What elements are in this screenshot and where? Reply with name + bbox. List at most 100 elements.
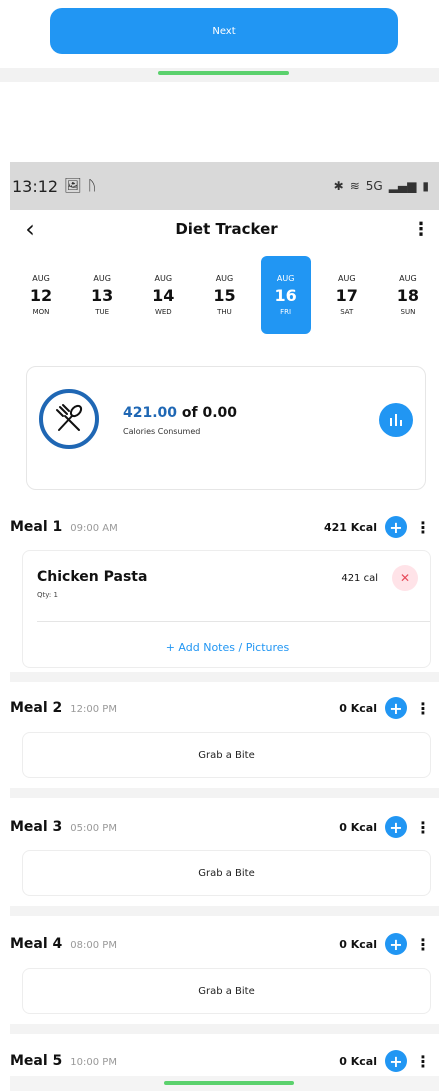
fork-spoon-icon	[39, 389, 99, 449]
day-aug-15[interactable]: AUG 15 THU	[199, 256, 249, 334]
meal-1-header: Meal 1 09:00 AM 421 Kcal + ⋮	[10, 512, 439, 542]
add-food-button[interactable]: +	[385, 697, 407, 719]
meal-kcal: 0 Kcal	[339, 937, 377, 951]
add-food-button[interactable]: +	[385, 933, 407, 955]
calories-goal-value: 0.00	[202, 405, 238, 421]
day-weekday: SUN	[400, 308, 416, 316]
day-aug-18[interactable]: AUG 18 SUN	[383, 256, 433, 334]
calories-text: 421.00 of 0.00 Calories Consumed	[123, 405, 237, 436]
day-month: AUG	[215, 274, 234, 283]
calories-consumed-value: 421.00	[123, 405, 178, 421]
section-separator	[10, 788, 439, 798]
meal-options-icon[interactable]: ⋮	[415, 935, 431, 954]
divider	[37, 621, 430, 622]
day-aug-17[interactable]: AUG 17 SAT	[322, 256, 372, 334]
meal-kcal: 421 Kcal	[323, 520, 377, 534]
meal-4-header: Meal 4 08:00 PM 0 Kcal + ⋮	[10, 929, 439, 959]
section-separator	[10, 672, 439, 682]
app-header: ‹ Diet Tracker ⋮	[10, 210, 439, 248]
remove-food-button[interactable]: ✕	[392, 565, 418, 591]
more-options-icon[interactable]: ⋮	[403, 219, 439, 240]
home-indicator[interactable]	[164, 1081, 294, 1085]
day-number: 15	[213, 286, 236, 305]
day-number: 18	[396, 286, 420, 305]
day-number: 14	[152, 286, 175, 305]
day-month: AUG	[154, 274, 173, 283]
day-month: AUG	[93, 274, 111, 283]
signal-icon: ▂▄▆	[388, 179, 417, 193]
meal-name: Meal 4	[10, 936, 63, 952]
meal-kcal: 0 Kcal	[339, 701, 377, 715]
day-weekday: TUE	[95, 308, 110, 316]
day-number: 12	[29, 286, 53, 305]
meal-5-header: Meal 5 10:00 PM 0 Kcal + ⋮	[10, 1046, 439, 1076]
battery-icon: ▮	[422, 179, 429, 193]
meal-3-header: Meal 3 05:00 PM 0 Kcal + ⋮	[10, 812, 439, 842]
meal-options-icon[interactable]: ⋮	[415, 818, 431, 837]
add-notes-pictures-link[interactable]: + Add Notes / Pictures	[23, 641, 432, 654]
calories-of-text: of	[177, 405, 203, 421]
day-weekday: MON	[32, 308, 50, 316]
food-item-name[interactable]: Chicken Pasta	[37, 569, 147, 585]
day-number: 13	[91, 286, 114, 305]
add-food-button[interactable]: +	[385, 816, 407, 838]
volte-5g-icon: 5G	[365, 179, 383, 193]
day-aug-13[interactable]: AUG 13 TUE	[77, 256, 127, 334]
day-number: 16	[274, 286, 297, 305]
meal-options-icon[interactable]: ⋮	[415, 1052, 431, 1071]
meal-2-header: Meal 2 12:00 PM 0 Kcal + ⋮	[10, 693, 439, 723]
day-aug-12[interactable]: AUG 12 MON	[16, 256, 66, 334]
day-aug-14[interactable]: AUG 14 WED	[138, 256, 188, 334]
food-item-qty: Qty: 1	[37, 591, 58, 599]
calories-summary-card: 421.00 of 0.00 Calories Consumed	[26, 366, 426, 490]
meal-time: 10:00 PM	[70, 1057, 117, 1068]
bluetooth-icon: ✱	[333, 179, 344, 193]
add-food-button[interactable]: +	[385, 516, 407, 538]
section-separator	[10, 1024, 439, 1034]
calories-consumed-label: Calories Consumed	[123, 427, 201, 436]
grab-a-bite-text: Grab a Bite	[198, 749, 255, 761]
day-aug-16-selected[interactable]: AUG 16 FRI	[260, 256, 311, 334]
meal-3-card[interactable]: Grab a Bite	[22, 850, 431, 896]
day-weekday: THU	[217, 308, 232, 316]
day-month: AUG	[32, 274, 50, 283]
day-month: AUG	[399, 274, 417, 283]
gallery-icon: 🖼	[64, 178, 82, 194]
activity-icon: ᚢ	[87, 178, 97, 194]
meal-time: 05:00 PM	[70, 823, 117, 834]
meal-time: 09:00 AM	[70, 523, 118, 534]
meal-name: Meal 2	[10, 700, 63, 716]
meal-1-card: Chicken Pasta Qty: 1 421 cal ✕ + Add Not…	[22, 550, 431, 668]
meal-time: 08:00 PM	[70, 940, 117, 951]
wifi-icon: ≋	[349, 179, 360, 193]
day-weekday: FRI	[280, 308, 292, 316]
home-indicator[interactable]	[158, 71, 289, 75]
status-time: 13:12	[12, 176, 59, 196]
meal-4-card[interactable]: Grab a Bite	[22, 968, 431, 1014]
day-month: AUG	[338, 274, 356, 283]
status-bar: 13:12 🖼 ᚢ ✱ ≋ 5G ▂▄▆ ▮	[10, 162, 439, 210]
add-food-button[interactable]: +	[385, 1050, 407, 1072]
meal-name: Meal 3	[10, 819, 63, 835]
day-weekday: WED	[154, 308, 172, 316]
day-month: AUG	[276, 274, 295, 283]
meal-name: Meal 1	[10, 519, 63, 535]
day-weekday: SAT	[340, 308, 354, 316]
next-bar: Next	[0, 0, 439, 68]
day-number: 17	[335, 286, 358, 305]
meal-options-icon[interactable]: ⋮	[415, 518, 431, 537]
chart-icon[interactable]	[379, 403, 413, 437]
meal-time: 12:00 PM	[70, 704, 117, 715]
meal-kcal: 0 Kcal	[339, 820, 377, 834]
meal-options-icon[interactable]: ⋮	[415, 699, 431, 718]
meal-2-card[interactable]: Grab a Bite	[22, 732, 431, 778]
page-title: Diet Tracker	[175, 220, 278, 238]
meal-kcal: 0 Kcal	[339, 1054, 377, 1068]
grab-a-bite-text: Grab a Bite	[198, 867, 255, 879]
next-button[interactable]: Next	[50, 8, 398, 54]
week-selector: AUG 12 MON AUG 13 TUE AUG 14 WED AUG 15 …	[10, 256, 439, 336]
section-separator	[10, 906, 439, 916]
grab-a-bite-text: Grab a Bite	[198, 985, 255, 997]
back-arrow-icon[interactable]: ‹	[10, 215, 50, 243]
meal-name: Meal 5	[10, 1053, 63, 1069]
